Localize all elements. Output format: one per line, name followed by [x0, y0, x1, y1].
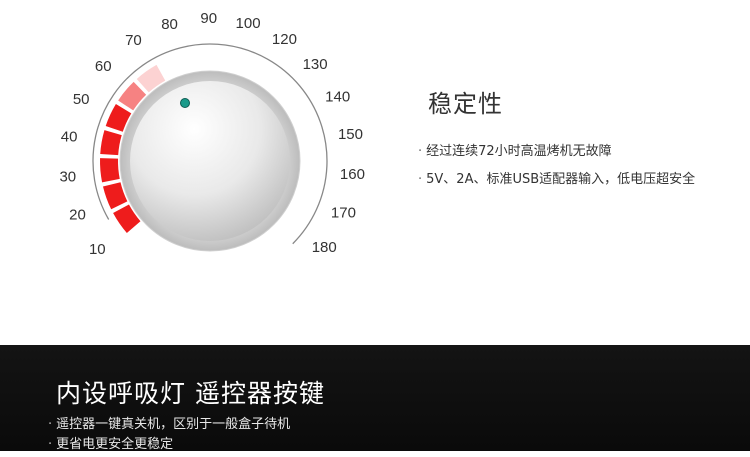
list-item: · 更省电更安全更稳定 [48, 437, 290, 457]
dial-scale-label: 120 [272, 31, 297, 48]
dial-scale-label: 40 [61, 129, 78, 146]
list-item: · 5V、2A、标准USB适配器输入，低电压超安全 [418, 171, 695, 199]
knob-indicator-dot [180, 98, 190, 108]
dial-scale-label: 30 [59, 168, 76, 185]
dial-scale-label: 180 [312, 239, 337, 256]
dial-scale-label: 70 [125, 32, 142, 49]
list-item: · 经过连续72小时高温烤机无故障 [418, 143, 695, 171]
feature-item-text: 经过连续72小时高温烤机无故障 [426, 144, 612, 159]
top-section: 10 20 30 40 50 60 70 80 90 100 120 130 140 150 160 170 1… [0, 0, 750, 345]
dial-scale-label: 90 [200, 10, 217, 27]
dial-scale-label: 60 [95, 58, 112, 75]
temperature-dial: 1020 30 40 50 60 70 80 90 100 120 130 140 150 160 170 1… [59, 10, 365, 258]
dial-scale-label: 150 [338, 126, 363, 143]
bullet-dot: · [418, 144, 423, 159]
temperature-knob[interactable] [130, 81, 290, 241]
heat-segment [100, 158, 120, 183]
bottom-section: 内设呼吸灯 遥控器按键 · 遥控器一键真关机，区别于一般盒子待机 · 更省电更安全更… [0, 345, 750, 452]
bullet-dot: · [48, 437, 53, 452]
dial-scale-label: 50 [73, 91, 90, 108]
bottom-list: · 遥控器一键真关机，区别于一般盒子待机 · 更省电更安全更稳定 [48, 417, 290, 457]
dial-scale-label: 80 [161, 16, 178, 33]
dial-scale-label: 130 [303, 56, 328, 73]
dial-scale-label: 140 [325, 89, 350, 106]
feature-list: · 经过连续72小时高温烤机无故障 · 5V、2A、标准USB适配器输入，低电压超安… [418, 143, 695, 199]
bullet-dot: · [48, 417, 53, 432]
dial-scale-label: 170 [331, 204, 356, 221]
dial-scale-label: 100 [236, 15, 261, 32]
feature-title: 稳定性 [428, 90, 503, 118]
bullet-dot: · [418, 172, 423, 187]
dial-scale-label: 10 [89, 241, 106, 258]
bottom-title: 内设呼吸灯 遥控器按键 [56, 379, 325, 408]
heat-segment [100, 130, 122, 156]
feature-item-text: 5V、2A、标准USB适配器输入，低电压超安全 [426, 172, 696, 187]
list-item: · 遥控器一键真关机，区别于一般盒子待机 [48, 417, 290, 437]
dial-scale-label: 20 [69, 207, 86, 224]
bottom-item-text: 遥控器一键真关机，区别于一般盒子待机 [56, 417, 291, 432]
bottom-item-text: 更省电更安全更稳定 [56, 437, 174, 452]
dial-scale-label: 160 [340, 166, 365, 183]
